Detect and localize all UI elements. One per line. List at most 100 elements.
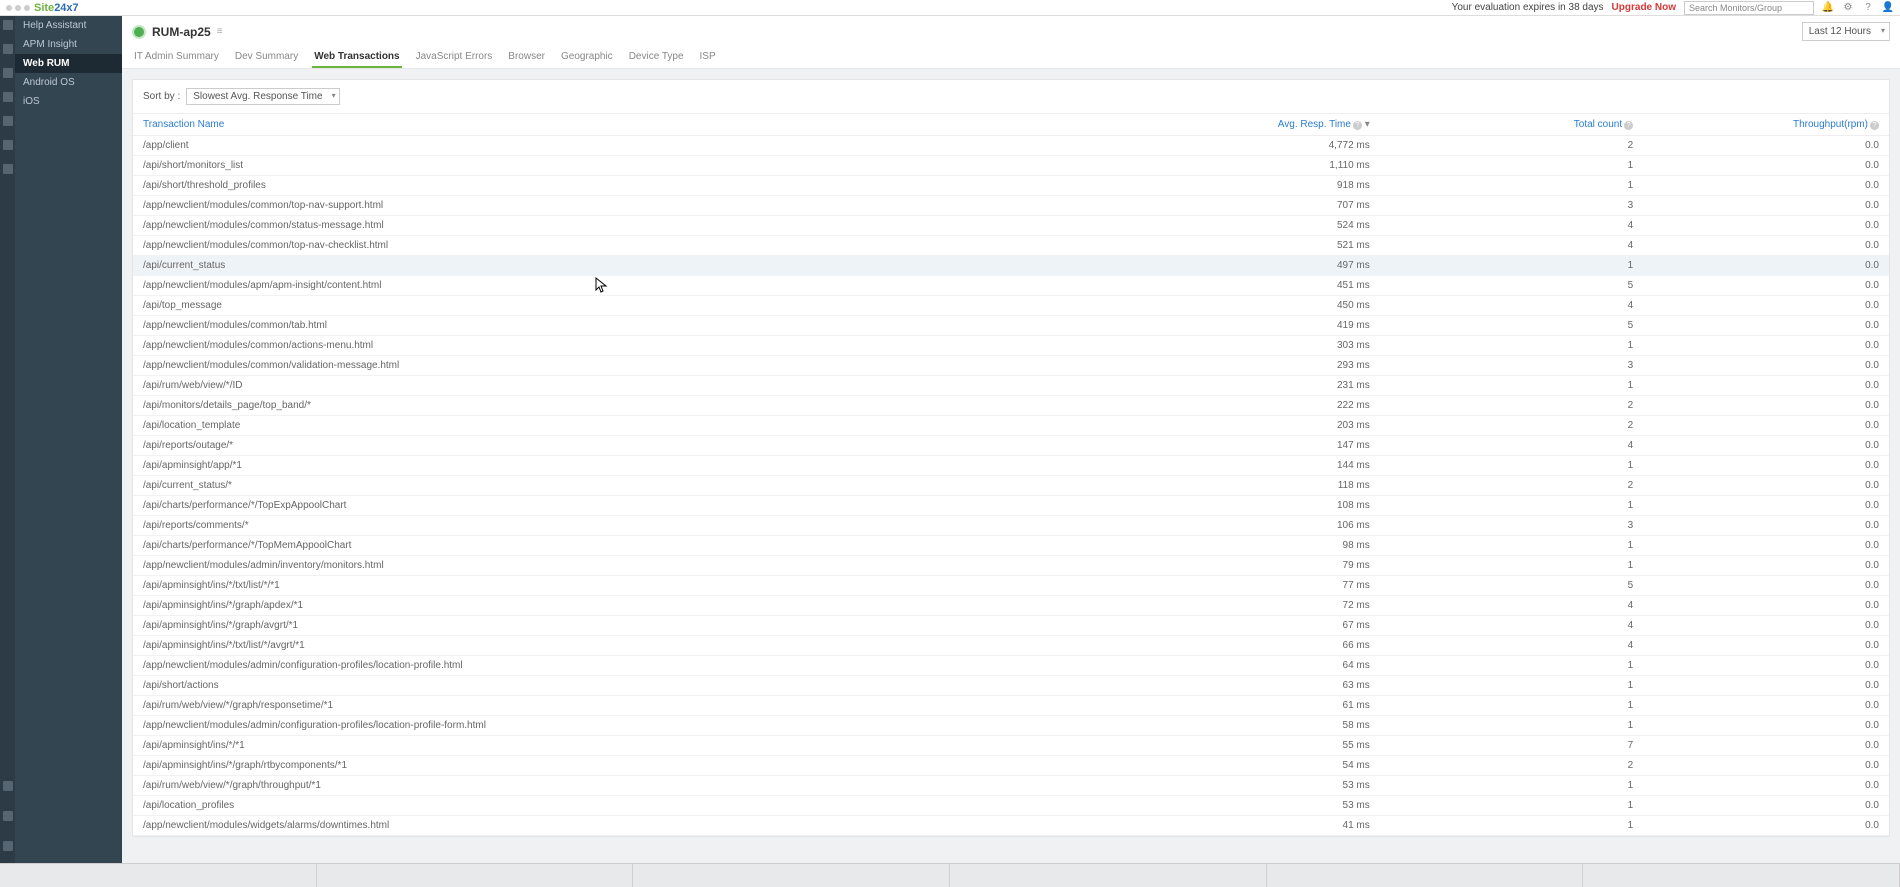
table-row[interactable]: /api/location_template203 ms20.0 — [133, 416, 1889, 436]
transaction-name-cell: /api/charts/performance/*/TopMemAppoolCh… — [133, 536, 1116, 556]
table-row[interactable]: /app/newclient/modules/apm/apm-insight/c… — [133, 276, 1889, 296]
table-row[interactable]: /api/rum/web/view/*/graph/responsetime/*… — [133, 696, 1889, 716]
sort-select[interactable]: Slowest Avg. Response Time — [186, 88, 339, 105]
table-row[interactable]: /api/location_profiles53 ms10.0 — [133, 796, 1889, 816]
table-row[interactable]: /api/apminsight/ins/*/graph/avgrt/*167 m… — [133, 616, 1889, 636]
nav-icon[interactable] — [3, 811, 13, 821]
value-cell: 66 ms — [1116, 636, 1379, 656]
nav-icon[interactable] — [3, 164, 13, 174]
table-row[interactable]: /api/top_message450 ms40.0 — [133, 296, 1889, 316]
search-input[interactable]: Search Monitors/Group — [1684, 1, 1814, 15]
tab[interactable]: Dev Summary — [233, 47, 300, 68]
sidebar-item[interactable]: Web RUM — [15, 54, 122, 73]
sidebar-item[interactable]: APM Insight — [15, 35, 122, 54]
nav-icon[interactable] — [3, 116, 13, 126]
tab[interactable]: IT Admin Summary — [132, 47, 221, 68]
table-row[interactable]: /api/rum/web/view/*/graph/throughput/*15… — [133, 776, 1889, 796]
transaction-name-cell: /app/newclient/modules/common/top-nav-ch… — [133, 236, 1116, 256]
nav-icon[interactable] — [3, 92, 13, 102]
table-row[interactable]: /api/short/actions63 ms10.0 — [133, 676, 1889, 696]
table-row[interactable]: /app/newclient/modules/widgets/alarms/do… — [133, 816, 1889, 836]
value-cell: 67 ms — [1116, 616, 1379, 636]
nav-icon[interactable] — [3, 841, 13, 851]
transactions-panel: Sort by : Slowest Avg. Response Time Tra… — [132, 79, 1890, 837]
table-row[interactable]: /app/client4,772 ms20.0 — [133, 136, 1889, 156]
tab[interactable]: ISP — [698, 47, 718, 68]
table-row[interactable]: /api/reports/outage/*147 ms40.0 — [133, 436, 1889, 456]
tab[interactable]: JavaScript Errors — [414, 47, 495, 68]
table-row[interactable]: /api/apminsight/app/*1144 ms10.0 — [133, 456, 1889, 476]
value-cell: 1 — [1380, 456, 1643, 476]
sidebar-item[interactable]: Help Assistant — [15, 16, 122, 35]
table-row[interactable]: /app/newclient/modules/admin/inventory/m… — [133, 556, 1889, 576]
table-row[interactable]: /app/newclient/modules/common/actions-me… — [133, 336, 1889, 356]
table-row[interactable]: /app/newclient/modules/common/top-nav-su… — [133, 196, 1889, 216]
transaction-name-cell: /api/apminsight/ins/*/graph/apdex/*1 — [133, 596, 1116, 616]
table-row[interactable]: /api/apminsight/ins/*/txt/list/*/*177 ms… — [133, 576, 1889, 596]
table-row[interactable]: /api/current_status/*118 ms20.0 — [133, 476, 1889, 496]
value-cell: 2 — [1380, 756, 1643, 776]
table-row[interactable]: /api/apminsight/ins/*/*155 ms70.0 — [133, 736, 1889, 756]
table-row[interactable]: /api/apminsight/ins/*/txt/list/*/avgrt/*… — [133, 636, 1889, 656]
table-row[interactable]: /api/monitors/details_page/top_band/*222… — [133, 396, 1889, 416]
table-row[interactable]: /api/charts/performance/*/TopExpAppoolCh… — [133, 496, 1889, 516]
value-cell: 61 ms — [1116, 696, 1379, 716]
value-cell: 0.0 — [1643, 396, 1889, 416]
transaction-name-cell: /api/apminsight/app/*1 — [133, 456, 1116, 476]
table-row[interactable]: /app/newclient/modules/common/top-nav-ch… — [133, 236, 1889, 256]
tab[interactable]: Web Transactions — [312, 47, 401, 68]
column-header[interactable]: Avg. Resp. Time? ▾ — [1116, 114, 1379, 136]
value-cell: 53 ms — [1116, 776, 1379, 796]
value-cell: 0.0 — [1643, 436, 1889, 456]
value-cell: 203 ms — [1116, 416, 1379, 436]
table-row[interactable]: /app/newclient/modules/admin/configurati… — [133, 656, 1889, 676]
logo[interactable]: Site24x7 — [34, 2, 79, 14]
value-cell: 1 — [1380, 776, 1643, 796]
table-row[interactable]: /api/charts/performance/*/TopMemAppoolCh… — [133, 536, 1889, 556]
table-row[interactable]: /app/newclient/modules/common/validation… — [133, 356, 1889, 376]
help-icon[interactable]: ? — [1353, 121, 1362, 130]
upgrade-link[interactable]: Upgrade Now — [1612, 2, 1676, 13]
table-row[interactable]: /api/short/monitors_list1,110 ms10.0 — [133, 156, 1889, 176]
hamburger-icon[interactable]: ≡ — [217, 26, 223, 37]
table-row[interactable]: /app/newclient/modules/common/status-mes… — [133, 216, 1889, 236]
table-row[interactable]: /api/reports/comments/*106 ms30.0 — [133, 516, 1889, 536]
table-row[interactable]: /api/rum/web/view/*/ID231 ms10.0 — [133, 376, 1889, 396]
table-row[interactable]: /api/current_status497 ms10.0 — [133, 256, 1889, 276]
nav-icon[interactable] — [3, 140, 13, 150]
column-header[interactable]: Throughput(rpm)? — [1643, 114, 1889, 136]
gear-icon[interactable]: ⚙ — [1842, 2, 1854, 14]
value-cell: 0.0 — [1643, 776, 1889, 796]
value-cell: 53 ms — [1116, 796, 1379, 816]
user-avatar-icon[interactable]: 👤 — [1882, 2, 1894, 14]
value-cell: 2 — [1380, 136, 1643, 156]
sidebar-item[interactable]: Android OS — [15, 73, 122, 92]
bell-icon[interactable]: 🔔 — [1822, 2, 1834, 14]
table-row[interactable]: /api/short/threshold_profiles918 ms10.0 — [133, 176, 1889, 196]
help-icon[interactable]: ? — [1624, 121, 1633, 130]
value-cell: 1 — [1380, 696, 1643, 716]
transaction-name-cell: /app/newclient/modules/widgets/alarms/do… — [133, 816, 1116, 836]
tab[interactable]: Browser — [506, 47, 547, 68]
time-range-select[interactable]: Last 12 Hours — [1802, 22, 1890, 41]
value-cell: 497 ms — [1116, 256, 1379, 276]
table-row[interactable]: /api/apminsight/ins/*/graph/apdex/*172 m… — [133, 596, 1889, 616]
nav-icon[interactable] — [3, 44, 13, 54]
column-header[interactable]: Transaction Name — [133, 114, 1116, 136]
table-row[interactable]: /api/apminsight/ins/*/graph/rtbycomponen… — [133, 756, 1889, 776]
taskbar[interactable] — [0, 863, 1900, 887]
tab[interactable]: Device Type — [627, 47, 686, 68]
window-controls[interactable] — [6, 5, 30, 11]
sidebar-item[interactable]: iOS — [15, 92, 122, 111]
tab[interactable]: Geographic — [559, 47, 615, 68]
nav-icon[interactable] — [3, 68, 13, 78]
help-icon[interactable]: ? — [1870, 121, 1879, 130]
help-icon[interactable]: ? — [1862, 2, 1874, 14]
value-cell: 0.0 — [1643, 476, 1889, 496]
table-row[interactable]: /app/newclient/modules/common/tab.html41… — [133, 316, 1889, 336]
column-header[interactable]: Total count? — [1380, 114, 1643, 136]
nav-icon[interactable] — [3, 781, 13, 791]
value-cell: 0.0 — [1643, 496, 1889, 516]
nav-icon[interactable] — [3, 20, 13, 30]
table-row[interactable]: /app/newclient/modules/admin/configurati… — [133, 716, 1889, 736]
